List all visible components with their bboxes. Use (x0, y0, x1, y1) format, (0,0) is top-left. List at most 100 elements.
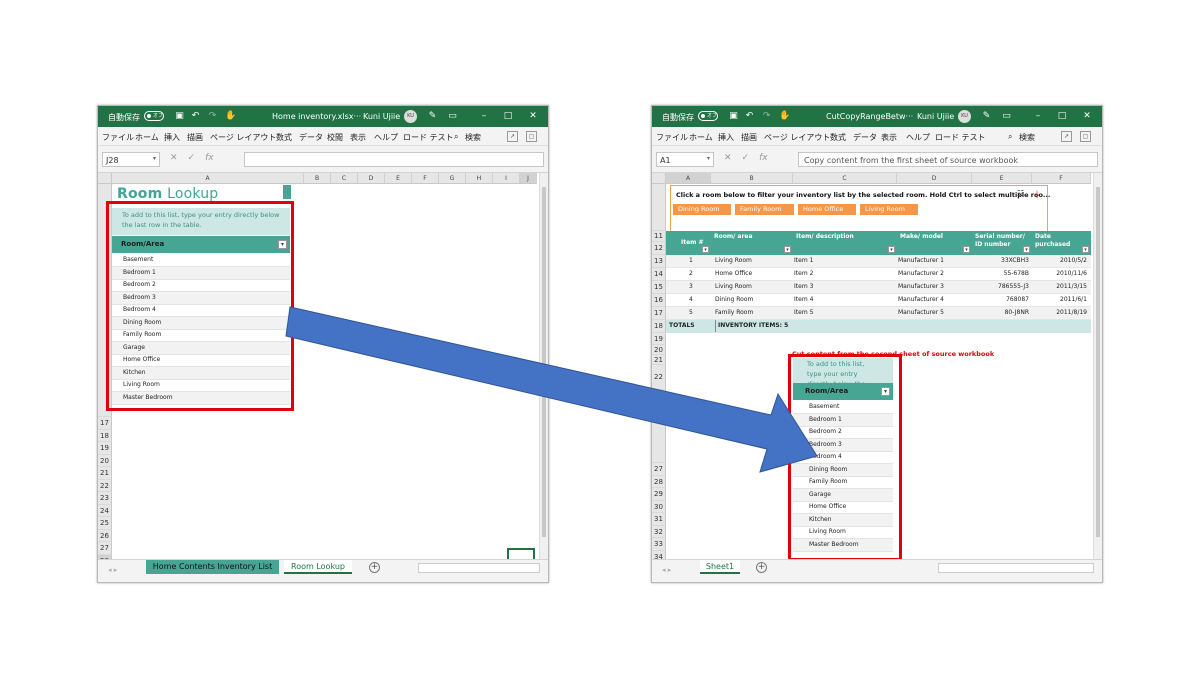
cell-date[interactable]: 2010/5/2 (1038, 255, 1087, 267)
cell-date[interactable]: 2011/8/19 (1038, 307, 1087, 319)
cell-description[interactable]: Item 4 (794, 294, 813, 306)
row-header[interactable]: 29 (652, 488, 666, 501)
user-avatar[interactable]: KU (404, 110, 417, 123)
tab-data[interactable]: データ (299, 132, 323, 143)
undo-icon[interactable]: ↶ (745, 111, 754, 121)
autosave-toggle[interactable]: オフ (698, 111, 718, 121)
tab-page-layout[interactable]: ページ レイアウト (210, 132, 276, 143)
cell-make[interactable]: Manufacturer 4 (898, 294, 944, 306)
horizontal-scrollbar[interactable] (418, 563, 540, 573)
row-header[interactable]: 11 (652, 231, 666, 242)
search-icon[interactable]: ⌕ (454, 132, 458, 142)
filter-dropdown-icon[interactable]: ▾ (702, 246, 709, 253)
row-header[interactable]: 23 (652, 390, 666, 404)
column-header[interactable]: I (493, 173, 520, 184)
tab-help[interactable]: ヘルプ (374, 132, 398, 143)
tab-help[interactable]: ヘルプ (906, 132, 930, 143)
sheet-nav-arrows[interactable]: ◂ ▸ (108, 566, 117, 574)
slicer-button[interactable]: Family Room (735, 204, 794, 215)
tab-home[interactable]: ホーム (135, 132, 159, 143)
row-header[interactable]: 19 (652, 333, 666, 345)
row-header[interactable]: 14 (652, 268, 666, 281)
sheet-tab-inventory[interactable]: Home Contents Inventory List (146, 560, 279, 574)
tab-view[interactable]: 表示 (350, 132, 366, 143)
row-header[interactable]: 31 (652, 513, 666, 526)
tab-load-test[interactable]: ロード テスト (935, 132, 986, 143)
cell-serial[interactable]: 80-J8NR (985, 307, 1029, 319)
pen-icon[interactable]: ✎ (428, 111, 437, 121)
user-avatar[interactable]: KU (958, 110, 971, 123)
tab-file[interactable]: ファイル (656, 132, 688, 143)
column-item-description[interactable]: Item/ description ▾ (793, 231, 897, 255)
column-item-number[interactable]: Item # ▾ (666, 231, 711, 255)
cell-make[interactable]: Manufacturer 5 (898, 307, 944, 319)
row-header[interactable]: 22 (652, 365, 666, 390)
column-header[interactable]: D (358, 173, 385, 184)
tab-file[interactable]: ファイル (102, 132, 134, 143)
row-header[interactable]: 24 (98, 504, 112, 517)
tab-view[interactable]: 表示 (881, 132, 897, 143)
column-date-purchased[interactable]: Date purchased ▾ (1032, 231, 1091, 255)
close-button[interactable]: ✕ (527, 110, 539, 122)
cell-description[interactable]: Item 1 (794, 255, 813, 267)
clear-filter-icon[interactable]: ⏚ (1033, 189, 1041, 200)
cell-description[interactable]: Item 3 (794, 281, 813, 293)
slicer-button[interactable]: Dining Room (673, 204, 731, 215)
column-header[interactable]: B (304, 173, 331, 184)
minimize-button[interactable]: – (478, 110, 490, 122)
row-header[interactable]: 15 (652, 281, 666, 294)
touch-mode-icon[interactable]: ✋ (779, 111, 790, 121)
share-icon[interactable]: ↗ (1061, 131, 1072, 142)
column-make-model[interactable]: Make/ model ▾ (897, 231, 972, 255)
maximize-button[interactable]: □ (1056, 110, 1068, 122)
vertical-scrollbar[interactable] (1093, 173, 1102, 559)
cell-room[interactable]: Dining Room (715, 294, 753, 306)
cell-make[interactable]: Manufacturer 1 (898, 255, 944, 267)
slicer-button[interactable]: Living Room (860, 204, 918, 215)
multi-select-icon[interactable]: ☷ (1017, 189, 1024, 198)
slicer-button[interactable]: Home Office (798, 204, 856, 215)
close-button[interactable]: ✕ (1081, 110, 1093, 122)
fx-icon[interactable]: fx (759, 153, 768, 163)
cell-item-number[interactable]: 3 (689, 281, 693, 293)
row-header[interactable]: 21 (652, 355, 666, 365)
filter-dropdown-icon[interactable]: ▾ (963, 246, 970, 253)
cell-make[interactable]: Manufacturer 2 (898, 268, 944, 280)
cell-make[interactable]: Manufacturer 3 (898, 281, 944, 293)
row-header[interactable]: 19 (98, 442, 112, 455)
row-header[interactable]: 32 (652, 525, 666, 538)
filter-dropdown-icon[interactable]: ▾ (1023, 246, 1030, 253)
column-header[interactable]: F (412, 173, 439, 184)
save-icon[interactable]: ▣ (729, 111, 738, 121)
row-header[interactable]: 17 (98, 417, 112, 430)
autosave-toggle[interactable]: オフ (144, 111, 164, 121)
column-header[interactable]: E (972, 173, 1032, 184)
tab-page-layout[interactable]: ページ レイアウト (764, 132, 830, 143)
row-header[interactable]: 27 (652, 463, 666, 476)
column-room-area[interactable]: Room/ area ▾ (711, 231, 793, 255)
comments-icon[interactable]: ▢ (526, 131, 537, 142)
row-header[interactable]: 17 (652, 307, 666, 320)
column-header[interactable]: C (793, 173, 897, 184)
sheet-nav-arrows[interactable]: ◂ ▸ (662, 566, 671, 574)
column-header[interactable]: F (1032, 173, 1091, 184)
column-header[interactable]: A (112, 173, 304, 184)
select-all-corner[interactable] (98, 173, 112, 184)
cell-item-number[interactable]: 5 (689, 307, 693, 319)
sheet-tab-room-lookup[interactable]: Room Lookup (284, 560, 352, 574)
add-sheet-icon[interactable]: + (369, 562, 380, 573)
enter-icon[interactable]: ✓ (742, 153, 750, 163)
column-header[interactable]: C (331, 173, 358, 184)
cell-serial[interactable]: 768087 (985, 294, 1029, 306)
row-header[interactable]: 12 (652, 242, 666, 255)
column-header[interactable]: B (711, 173, 793, 184)
column-serial-number[interactable]: Serial number/ ID number ▾ (972, 231, 1032, 255)
cell-date[interactable]: 2011/3/15 (1038, 281, 1087, 293)
column-header[interactable]: J (520, 173, 537, 184)
redo-icon[interactable]: ↷ (208, 111, 217, 121)
row-header[interactable]: 25 (98, 517, 112, 530)
column-header[interactable]: D (897, 173, 972, 184)
tab-insert[interactable]: 挿入 (718, 132, 734, 143)
sheet-tab-sheet1[interactable]: Sheet1 (700, 560, 740, 574)
filter-dropdown-icon[interactable]: ▾ (888, 246, 895, 253)
